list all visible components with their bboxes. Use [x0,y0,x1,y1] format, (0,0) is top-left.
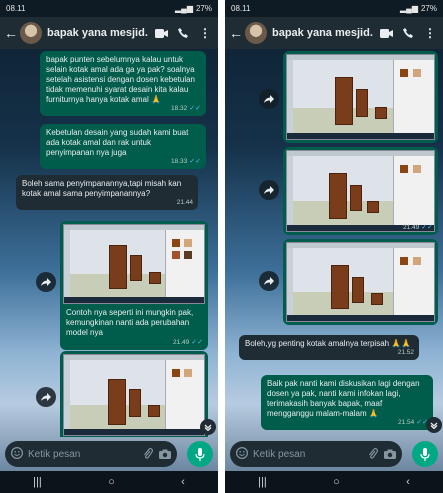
scroll-down-button[interactable] [200,419,216,435]
back-arrow-icon[interactable]: ← [4,25,18,41]
image-message[interactable] [60,351,208,437]
phone-call-icon[interactable] [174,28,192,38]
attached-image[interactable] [286,150,435,232]
status-time: 08.11 [231,4,251,13]
more-options-icon[interactable]: ⋮ [421,26,439,40]
image-message[interactable] [283,51,438,143]
forward-button[interactable] [36,387,56,407]
message-list[interactable]: bapak punten sebelumnya kalau untuk sela… [0,49,218,437]
emoji-icon[interactable] [10,446,24,462]
contact-name[interactable]: bapak yana mesjid... [272,27,373,39]
message-time: 21.49 [402,224,420,231]
message-incoming[interactable]: Boleh,yg penting kotak amalnya terpisah … [239,335,419,360]
video-call-icon[interactable] [152,28,170,38]
battery-percent: 27% [420,4,437,13]
left-phone-screen: 08.11 ▂▄▆ 27% ← bapak yana mesjid... ⋮ b… [0,0,218,493]
video-call-icon[interactable] [377,28,395,38]
forward-button[interactable] [259,89,279,109]
message-text: Baik pak nanti kami diskusikan lagi deng… [267,379,420,418]
message-text: Boleh sama penyimpanannya,tapi misah kan… [22,179,182,198]
more-options-icon[interactable]: ⋮ [196,26,214,40]
right-phone-screen: 08.11 ▂▄▆ 27% ← bapak yana mesjid... ⋮ 2… [225,0,443,493]
attach-icon[interactable] [143,448,153,460]
message-time: 21.44 [176,199,193,206]
message-time: 18.32 [170,105,188,112]
recents-icon[interactable]: ||| [33,476,42,488]
composer: Ketik pesan [225,437,443,471]
message-time: 21.49 [172,339,190,346]
message-input[interactable]: Ketik pesan [5,441,177,467]
forward-button[interactable] [36,272,56,292]
contact-name[interactable]: bapak yana mesjid... [47,27,148,39]
camera-icon[interactable] [384,449,396,459]
composer: Ketik pesan [0,437,218,471]
chat-header: ← bapak yana mesjid... ⋮ [225,17,443,49]
android-nav-bar: ||| ○ ‹ [225,471,443,493]
voice-message-button[interactable] [412,441,438,467]
attached-image[interactable] [63,354,205,436]
scroll-down-button[interactable] [426,417,442,433]
chat-header: ← bapak yana mesjid... ⋮ [0,17,218,49]
message-placeholder: Ketik pesan [28,448,81,460]
voice-message-button[interactable] [187,441,213,467]
message-time: 18.33 [170,158,188,165]
emoji-icon[interactable] [235,446,249,462]
message-text: Boleh,yg penting kotak amalnya terpisah … [245,339,412,348]
message-time: 21.52 [397,349,414,356]
image-message[interactable] [283,239,438,325]
message-text: bapak punten sebelumnya kalau untuk sela… [46,55,195,104]
avatar[interactable] [245,22,267,44]
message-outgoing[interactable]: Baik pak nanti kami diskusikan lagi deng… [261,375,433,430]
message-placeholder: Ketik pesan [253,448,306,460]
android-nav-bar: ||| ○ ‹ [0,471,218,493]
read-receipt-icon: ✓✓ [421,224,433,231]
read-receipt-icon: ✓✓ [191,339,203,346]
read-receipt-icon: ✓✓ [189,105,201,112]
back-nav-icon[interactable]: ‹ [181,476,185,488]
image-message[interactable]: 21.49 ✓✓ [283,147,438,235]
message-list[interactable]: 21.49 ✓✓ Boleh,yg penting kotak amalnya t… [225,49,443,437]
message-outgoing[interactable]: bapak punten sebelumnya kalau untuk sela… [40,51,206,116]
read-receipt-icon: ✓✓ [189,158,201,165]
status-time: 08.11 [6,4,26,13]
message-text: Kebetulan desain yang sudah kami buat ad… [46,128,189,157]
phone-call-icon[interactable] [399,28,417,38]
signal-icon: ▂▄▆ [400,4,418,13]
forward-button[interactable] [259,180,279,200]
forward-button[interactable] [259,271,279,291]
avatar[interactable] [20,22,42,44]
signal-icon: ▂▄▆ [175,4,193,13]
home-icon[interactable]: ○ [333,476,340,488]
attached-image[interactable] [286,242,435,322]
back-nav-icon[interactable]: ‹ [406,476,410,488]
recents-icon[interactable]: ||| [258,476,267,488]
attach-icon[interactable] [368,448,378,460]
status-bar: 08.11 ▂▄▆ 27% [225,0,443,17]
message-text: Contoh nya seperti ini mungkin pak, kemu… [66,308,194,337]
status-bar: 08.11 ▂▄▆ 27% [0,0,218,17]
battery-percent: 27% [195,4,212,13]
message-time: 21.54 [397,419,415,426]
home-icon[interactable]: ○ [108,476,115,488]
message-incoming[interactable]: Boleh sama penyimpanannya,tapi misah kan… [16,175,198,210]
attached-image[interactable] [286,54,435,140]
message-outgoing[interactable]: Kebetulan desain yang sudah kami buat ad… [40,124,206,169]
attached-image[interactable] [63,224,205,304]
camera-icon[interactable] [159,449,171,459]
message-input[interactable]: Ketik pesan [230,441,402,467]
back-arrow-icon[interactable]: ← [229,25,243,41]
image-message[interactable]: Contoh nya seperti ini mungkin pak, kemu… [60,221,208,350]
